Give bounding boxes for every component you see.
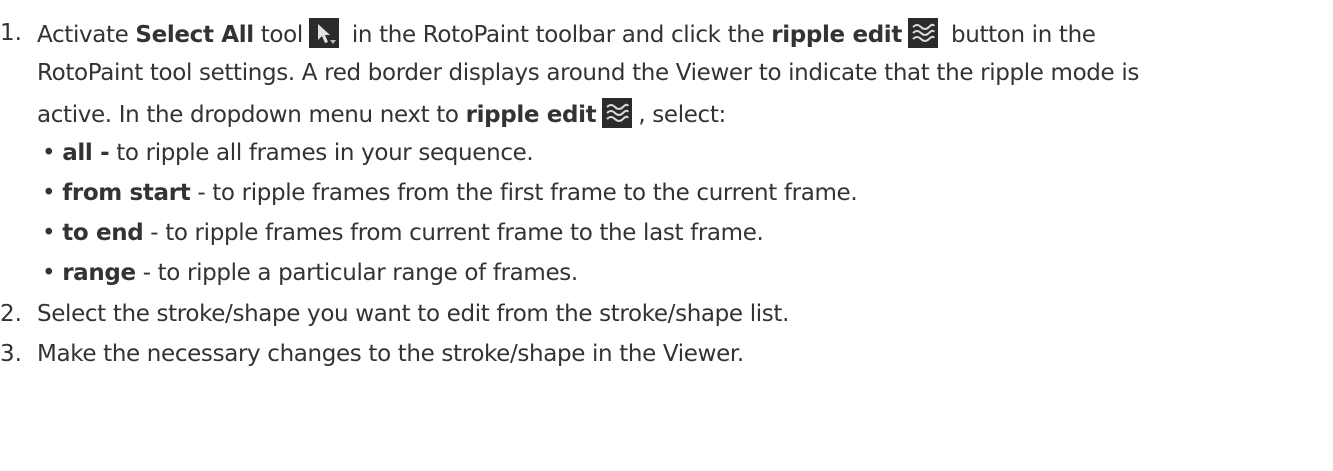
step-1-line-1: Activate Select All tool in the RotoPain… bbox=[37, 18, 1096, 50]
option-range: • range - to ripple a particular range o… bbox=[42, 260, 578, 286]
ripple-edit-label: ripple edit bbox=[771, 22, 902, 48]
ripple-edit-waves-icon bbox=[602, 98, 633, 128]
step-2-text: Select the stroke/shape you want to edit… bbox=[37, 301, 790, 327]
ripple-edit-label: ripple edit bbox=[465, 102, 597, 128]
option-from-start: • from start - to ripple frames from the… bbox=[42, 180, 858, 206]
option-to-end: • to end - to ripple frames from current… bbox=[42, 220, 764, 246]
step-number: 1. bbox=[0, 20, 22, 46]
bullet: • bbox=[42, 180, 56, 206]
bullet: • bbox=[42, 220, 56, 246]
step-1-line-2: RotoPaint tool settings. A red border di… bbox=[37, 60, 1139, 86]
step-number: 2. bbox=[0, 301, 22, 327]
option-all: • all - to ripple all frames in your seq… bbox=[42, 140, 534, 166]
bullet: • bbox=[42, 140, 56, 166]
ripple-edit-waves-icon bbox=[908, 18, 938, 48]
step-number: 3. bbox=[0, 341, 22, 367]
step-1-line-3: active. In the dropdown menu next to rip… bbox=[37, 98, 726, 130]
instruction-list: 1. Activate Select All tool in the RotoP… bbox=[0, 0, 1333, 471]
bullet: • bbox=[42, 260, 56, 286]
step-3-text: Make the necessary changes to the stroke… bbox=[37, 341, 744, 367]
select-all-label: Select All bbox=[135, 22, 254, 48]
select-all-arrow-icon bbox=[308, 18, 339, 48]
